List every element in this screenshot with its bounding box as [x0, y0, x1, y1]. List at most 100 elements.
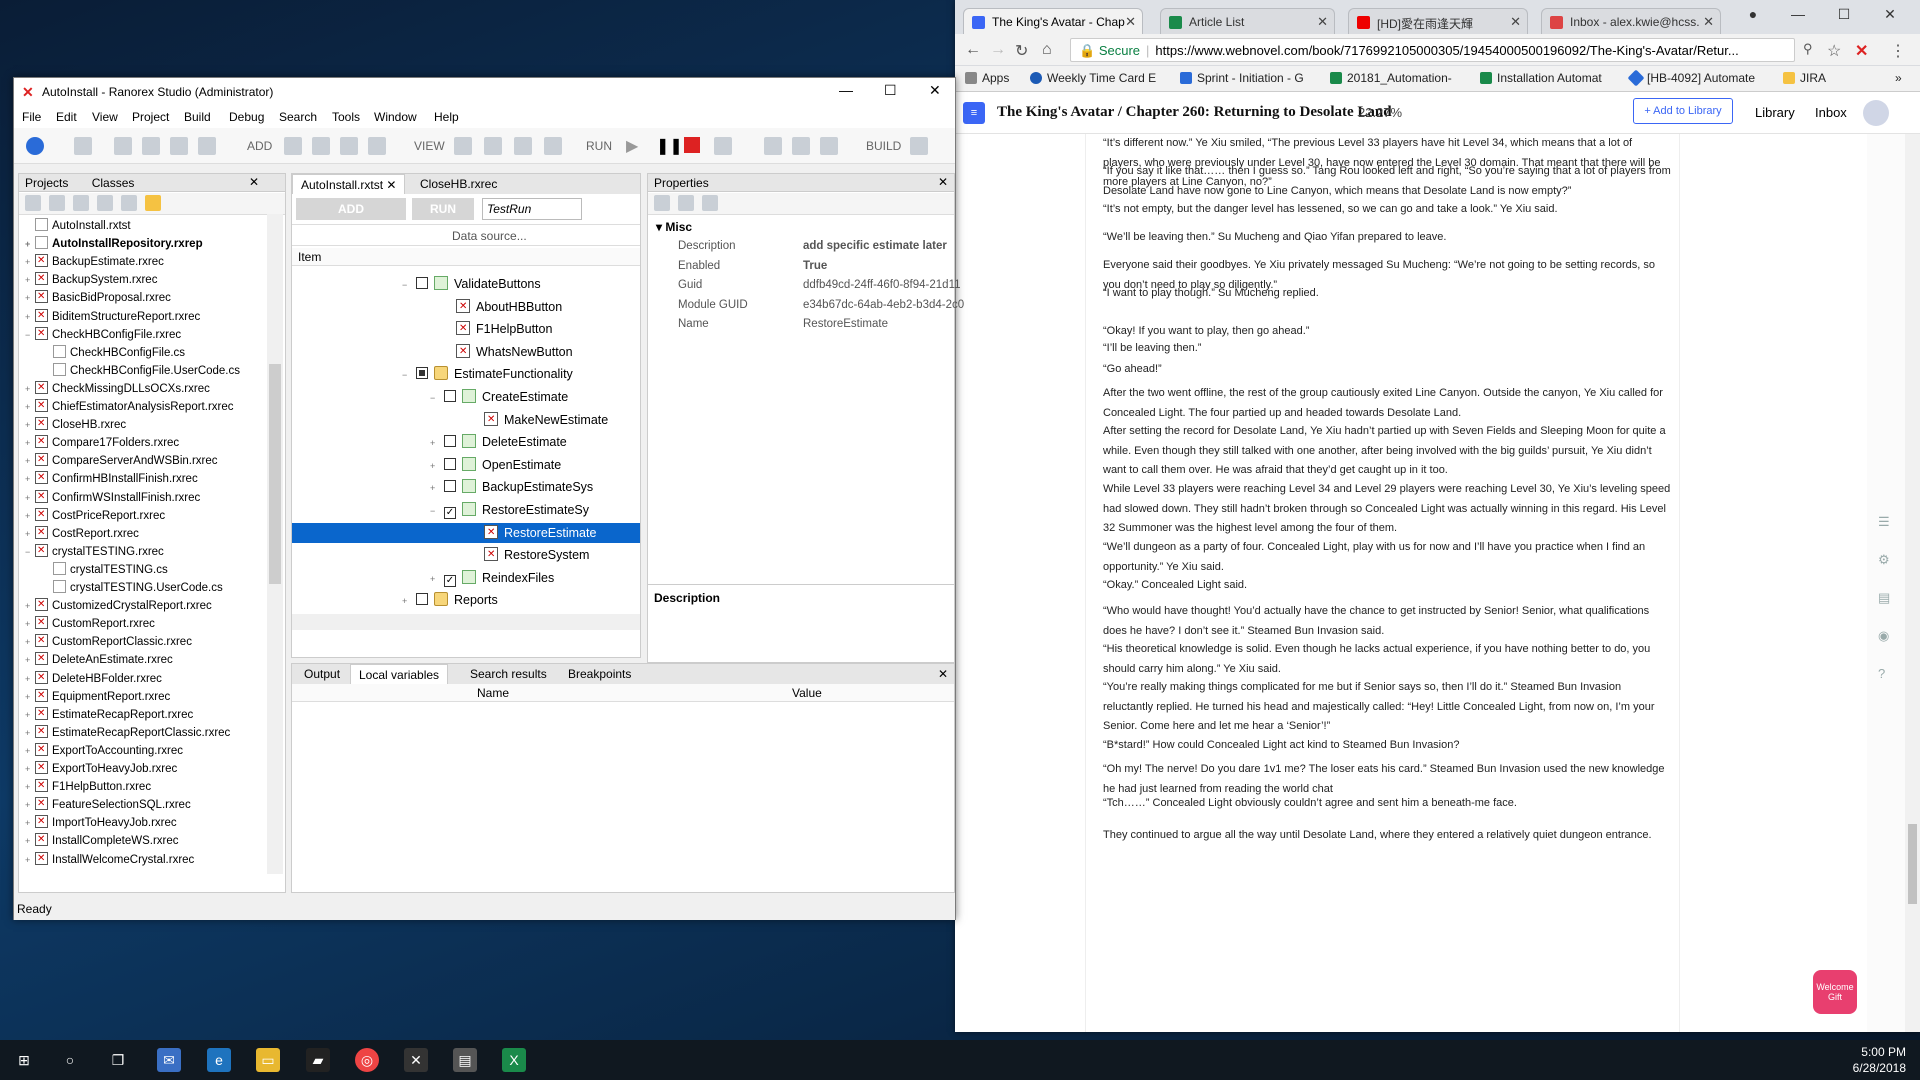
add-code-icon[interactable]	[340, 137, 358, 155]
project-item[interactable]: + CheckMissingDLLsOCXs.rxrec	[25, 379, 210, 398]
expander-icon[interactable]: +	[25, 289, 35, 307]
project-item[interactable]: + ConfirmHBInstallFinish.rxrec	[25, 469, 198, 488]
library-link[interactable]: Library	[1755, 105, 1795, 120]
editor-hscrollbar[interactable]	[292, 614, 640, 630]
tab-autoinstall[interactable]: AutoInstall.rxtst ✕	[292, 174, 406, 194]
open-icon[interactable]	[142, 137, 160, 155]
expander-icon[interactable]: +	[25, 778, 35, 796]
close-tab-icon[interactable]: ✕	[1510, 14, 1521, 30]
debug-icon[interactable]	[714, 137, 732, 155]
enable-checkbox[interactable]	[444, 480, 456, 493]
tree-item[interactable]: + DeleteEstimate	[430, 432, 567, 452]
expander-icon[interactable]: −	[402, 275, 412, 295]
bookmark-automation[interactable]: 20181_Automation-	[1330, 71, 1452, 85]
enable-checkbox[interactable]: ✓	[444, 507, 456, 519]
refresh-icon[interactable]	[73, 195, 89, 211]
tab-closehb[interactable]: CloseHB.rxrec	[412, 174, 505, 194]
reload-icon[interactable]: ↻	[1015, 41, 1028, 61]
project-item[interactable]: + BackupSystem.rxrec	[25, 270, 157, 289]
menu-build[interactable]: Build	[184, 110, 211, 124]
expander-icon[interactable]: +	[25, 489, 35, 507]
expander-icon[interactable]: +	[25, 253, 35, 271]
properties-icon[interactable]	[97, 195, 113, 211]
project-item[interactable]: + CompareServerAndWSBin.rxrec	[25, 451, 218, 470]
pause-icon[interactable]: ❚❚	[656, 136, 683, 156]
col-name[interactable]: Name	[477, 686, 509, 700]
expander-icon[interactable]: +	[430, 456, 440, 476]
sort-icon[interactable]	[678, 195, 694, 211]
add-item-icon[interactable]	[284, 137, 302, 155]
project-item[interactable]: + CostReport.rxrec	[25, 524, 139, 543]
maximize-button[interactable]: ☐	[884, 82, 897, 99]
project-item[interactable]: + FeatureSelectionSQL.rxrec	[25, 795, 191, 814]
testrun-select[interactable]: TestRun	[482, 198, 582, 220]
editor-run-button[interactable]: RUN	[412, 198, 474, 220]
task-view-icon[interactable]: ❐	[106, 1048, 130, 1072]
project-item[interactable]: + BasicBidProposal.rxrec	[25, 288, 171, 307]
project-item[interactable]: + CloseHB.rxrec	[25, 415, 126, 434]
expander-icon[interactable]: +	[25, 452, 35, 470]
project-item[interactable]: + DeleteHBFolder.rxrec	[25, 669, 162, 688]
property-value[interactable]: e34b67dc-64ab-4eb2-b3d4-2c0	[803, 299, 964, 311]
tree-item[interactable]: AboutHBButton	[456, 297, 562, 317]
project-item[interactable]: + CustomReportClassic.rxrec	[25, 632, 192, 651]
menu-debug[interactable]: Debug	[229, 110, 264, 124]
expander-icon[interactable]: +	[25, 615, 35, 633]
list-icon[interactable]: ☰	[1878, 514, 1890, 530]
expander-icon[interactable]: +	[430, 569, 440, 589]
menu-file[interactable]: File	[22, 110, 41, 124]
expander-icon[interactable]: −	[402, 365, 412, 385]
scroll-thumb[interactable]	[1908, 824, 1917, 904]
terminal-taskbar-icon[interactable]: ▤	[453, 1048, 477, 1072]
property-value[interactable]: ddfb49cd-24ff-46f0-8f94-21d11	[803, 279, 961, 291]
avatar[interactable]	[1863, 100, 1889, 126]
enable-checkbox[interactable]	[416, 593, 428, 606]
menu-search[interactable]: Search	[279, 110, 317, 124]
close-pane-icon[interactable]: ✕	[249, 175, 259, 189]
tree-item[interactable]: RestoreSystem	[484, 545, 589, 565]
project-item[interactable]: + CustomReport.rxrec	[25, 614, 155, 633]
property-value[interactable]: RestoreEstimate	[803, 318, 888, 330]
editor-add-button[interactable]: ADD	[296, 198, 406, 220]
projects-scrollbar[interactable]	[267, 214, 283, 874]
webnovel-logo-icon[interactable]: ≡	[963, 102, 985, 124]
tree-item[interactable]: WhatsNewButton	[456, 342, 573, 362]
recorder-icon[interactable]	[514, 137, 532, 155]
comment-icon[interactable]: ▤	[1878, 590, 1890, 606]
menu-icon[interactable]: ⋮	[1890, 41, 1906, 61]
expander-icon[interactable]: +	[25, 271, 35, 289]
step-out-icon[interactable]	[820, 137, 838, 155]
project-item[interactable]: + BackupEstimate.rxrec	[25, 252, 164, 271]
project-item[interactable]: + BiditemStructureReport.rxrec	[25, 307, 200, 326]
categorized-icon[interactable]	[654, 195, 670, 211]
step-into-icon[interactable]	[792, 137, 810, 155]
tab-article-list[interactable]: Article List ✕	[1160, 8, 1335, 34]
menu-view[interactable]: View	[92, 110, 118, 124]
cortana-search-icon[interactable]: ○	[58, 1048, 82, 1072]
app-outlook-icon[interactable]: ✉	[157, 1048, 181, 1072]
home-icon[interactable]: ⌂	[1042, 41, 1052, 59]
property-value[interactable]: add specific estimate later	[803, 240, 947, 252]
expander-icon[interactable]: +	[25, 597, 35, 615]
col-value[interactable]: Value	[792, 686, 822, 700]
bookmark-sprint[interactable]: Sprint - Initiation - G	[1180, 71, 1304, 85]
project-item[interactable]: crystalTESTING.cs	[43, 561, 168, 579]
settings-icon[interactable]: ⚙	[1878, 552, 1890, 568]
tree-item[interactable]: F1HelpButton	[456, 319, 552, 339]
expander-icon[interactable]: +	[25, 688, 35, 706]
expander-icon[interactable]: +	[25, 308, 35, 326]
data-source-button[interactable]: Data source...	[292, 224, 640, 246]
build-icon[interactable]	[910, 137, 928, 155]
tree-item[interactable]: − CreateEstimate	[430, 387, 568, 407]
expander-icon[interactable]: +	[25, 796, 35, 814]
save-all-icon[interactable]	[198, 137, 216, 155]
expander-icon[interactable]: +	[25, 706, 35, 724]
expander-icon[interactable]: −	[430, 501, 440, 521]
project-item[interactable]: + ImportToHeavyJob.rxrec	[25, 813, 177, 832]
address-bar[interactable]: 🔒 Secure | https://www.webnovel.com/book/7…	[1070, 38, 1795, 62]
stop-icon[interactable]	[684, 137, 700, 153]
menu-project[interactable]: Project	[132, 110, 169, 124]
close-tab-icon[interactable]: ✕	[1317, 14, 1328, 30]
search-icon[interactable]: ⚲	[1803, 41, 1813, 57]
project-item[interactable]: + ExportToHeavyJob.rxrec	[25, 759, 177, 778]
